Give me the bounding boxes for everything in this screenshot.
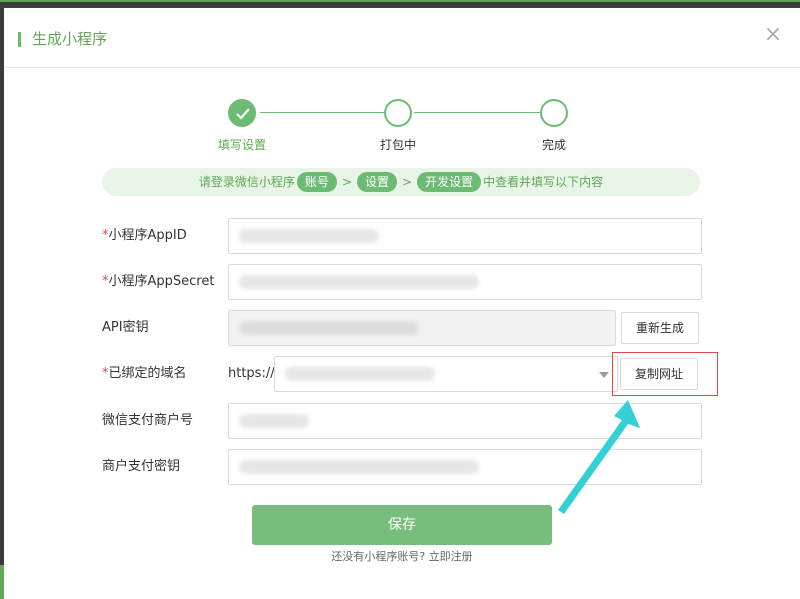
chevron-down-icon[interactable] <box>599 372 609 378</box>
domain-prefix: https:// <box>228 366 275 381</box>
register-link[interactable]: 立即注册 <box>429 550 473 563</box>
apikey-input <box>228 310 616 346</box>
hint-suffix: 中查看并填写以下内容 <box>483 175 604 189</box>
register-prompt: 还没有小程序账号? 立即注册 <box>252 548 552 564</box>
merchant-id-label: 微信支付商户号 <box>102 413 194 428</box>
generate-miniprogram-modal: 生成小程序 × 填写设置 打包中 完成 请登录微信小程序 账号 > 设置 > 开发设置 中查… <box>4 8 800 599</box>
domain-label: *已绑定的域名 <box>102 366 187 381</box>
regenerate-button[interactable]: 重新生成 <box>621 312 699 344</box>
hint-pill-settings: 设置 <box>356 171 397 192</box>
hint-pill-account: 账号 <box>296 171 337 192</box>
highlight-box <box>612 352 718 396</box>
title-accent-bar <box>18 32 21 47</box>
appid-row: *小程序AppID <box>4 218 800 254</box>
annotation-arrow-icon <box>558 400 640 514</box>
step-3-label: 完成 <box>541 138 566 152</box>
hint-pill-dev-settings: 开发设置 <box>417 171 482 192</box>
appsecret-label: *小程序AppSecret <box>102 274 215 289</box>
step-connector <box>260 112 384 113</box>
redacted-value <box>239 460 479 474</box>
hint-separator: > <box>341 175 352 189</box>
redacted-value <box>239 275 479 289</box>
redacted-value <box>285 367 435 381</box>
hint-prefix: 请登录微信小程序 <box>198 175 295 189</box>
register-text: 还没有小程序账号? <box>331 550 426 563</box>
instruction-hint: 请登录微信小程序 账号 > 设置 > 开发设置 中查看并填写以下内容 <box>102 168 700 196</box>
step-connector <box>414 112 540 113</box>
step-3-circle <box>540 99 568 127</box>
modal-header: 生成小程序 × <box>4 8 800 68</box>
redacted-value <box>239 321 419 335</box>
step-1-label: 填写设置 <box>217 138 266 152</box>
step-2-circle <box>384 99 412 127</box>
appid-input[interactable] <box>228 218 702 254</box>
apikey-row: API密钥 重新生成 <box>4 310 800 346</box>
domain-select[interactable] <box>274 356 618 392</box>
modal-title: 生成小程序 <box>32 30 108 48</box>
top-nav-bar <box>0 0 800 8</box>
step-1-check-icon <box>228 99 256 127</box>
merchant-id-row: 微信支付商户号 <box>4 403 800 439</box>
hint-separator: > <box>402 175 413 189</box>
pay-key-label: 商户支付密钥 <box>102 459 181 474</box>
appsecret-row: *小程序AppSecret <box>4 264 800 300</box>
apikey-label: API密钥 <box>102 320 149 335</box>
redacted-value <box>239 414 309 428</box>
appsecret-input[interactable] <box>228 264 702 300</box>
pay-key-row: 商户支付密钥 <box>4 449 800 485</box>
save-button[interactable]: 保存 <box>252 505 552 545</box>
step-2-label: 打包中 <box>379 138 416 152</box>
progress-steps: 填写设置 打包中 完成 <box>4 96 800 156</box>
close-icon[interactable]: × <box>762 24 784 46</box>
appid-label: *小程序AppID <box>102 228 187 243</box>
redacted-value <box>239 229 379 243</box>
